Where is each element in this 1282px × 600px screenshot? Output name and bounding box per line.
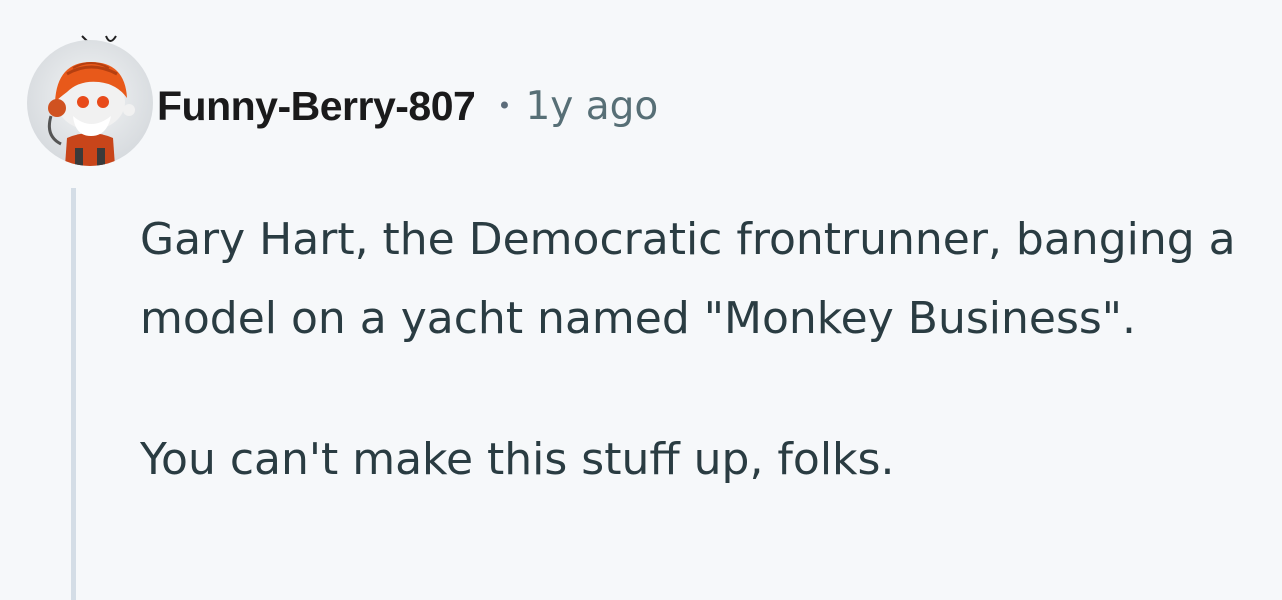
snoo-avatar-icon[interactable]	[27, 40, 153, 166]
meta-separator: •	[497, 92, 512, 120]
thread-line[interactable]	[71, 188, 76, 600]
comment: Funny-Berry-807 • 1y ago Gary Hart, the …	[0, 0, 1282, 600]
username-link[interactable]: Funny-Berry-807	[157, 83, 476, 130]
comment-timestamp[interactable]: 1y ago	[525, 84, 658, 129]
comment-paragraph: Gary Hart, the Democratic frontrunner, b…	[140, 214, 1236, 344]
comment-body: Gary Hart, the Democratic frontrunner, b…	[140, 200, 1270, 499]
comment-header: Funny-Berry-807 • 1y ago	[157, 76, 658, 136]
comment-paragraph: You can't make this stuff up, folks.	[140, 434, 895, 485]
